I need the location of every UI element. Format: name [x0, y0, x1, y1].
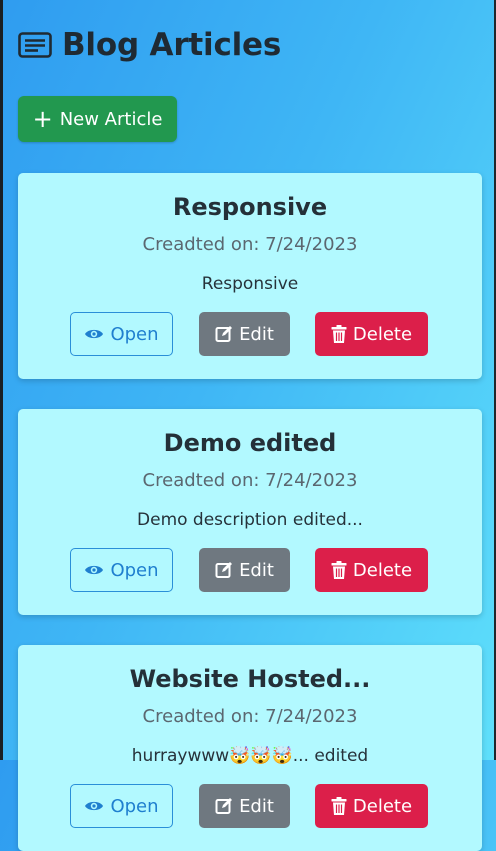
- article-description: hurraywww🤯🤯🤯... edited: [131, 746, 369, 766]
- open-button[interactable]: Open: [70, 312, 173, 356]
- delete-label: Delete: [352, 559, 413, 581]
- article-date: Creadted on: 7/24/2023: [142, 470, 358, 491]
- page-title: Blog Articles: [62, 27, 282, 63]
- article-icon: [18, 32, 52, 58]
- edit-icon: [215, 562, 233, 578]
- trash-icon: [331, 325, 347, 343]
- delete-button[interactable]: Delete: [315, 312, 428, 356]
- eye-icon: [85, 565, 104, 575]
- open-button[interactable]: Open: [70, 784, 173, 828]
- article-card: Website Hosted... Creadted on: 7/24/2023…: [18, 645, 482, 851]
- new-article-button[interactable]: + New Article: [18, 96, 177, 142]
- edit-label: Edit: [239, 559, 274, 581]
- edit-button[interactable]: Edit: [199, 312, 290, 356]
- page-header: Blog Articles: [18, 27, 281, 63]
- delete-label: Delete: [352, 795, 413, 817]
- eye-icon: [85, 329, 104, 339]
- edit-button[interactable]: Edit: [199, 548, 290, 592]
- edit-label: Edit: [239, 795, 274, 817]
- delete-button[interactable]: Delete: [315, 548, 428, 592]
- plus-icon: +: [32, 105, 53, 133]
- edit-icon: [215, 326, 233, 342]
- article-card: Responsive Creadted on: 7/24/2023 Respon…: [18, 173, 482, 379]
- trash-icon: [331, 797, 347, 815]
- edit-label: Edit: [239, 323, 274, 345]
- eye-icon: [85, 801, 104, 811]
- edit-icon: [215, 798, 233, 814]
- article-description: Responsive: [201, 274, 299, 294]
- open-label: Open: [110, 795, 159, 817]
- edit-button[interactable]: Edit: [199, 784, 290, 828]
- article-title: Website Hosted...: [129, 665, 371, 693]
- article-date: Creadted on: 7/24/2023: [142, 234, 358, 255]
- open-label: Open: [110, 559, 159, 581]
- screen-edge-left: [0, 0, 3, 760]
- article-date: Creadted on: 7/24/2023: [142, 706, 358, 727]
- article-description: Demo description edited...: [137, 510, 363, 530]
- delete-button[interactable]: Delete: [315, 784, 428, 828]
- open-button[interactable]: Open: [70, 548, 173, 592]
- open-label: Open: [110, 323, 159, 345]
- article-title: Responsive: [172, 193, 328, 221]
- article-title: Demo edited: [163, 429, 337, 457]
- new-article-label: New Article: [59, 108, 163, 130]
- article-card: Demo edited Creadted on: 7/24/2023 Demo …: [18, 409, 482, 615]
- trash-icon: [331, 561, 347, 579]
- delete-label: Delete: [352, 323, 413, 345]
